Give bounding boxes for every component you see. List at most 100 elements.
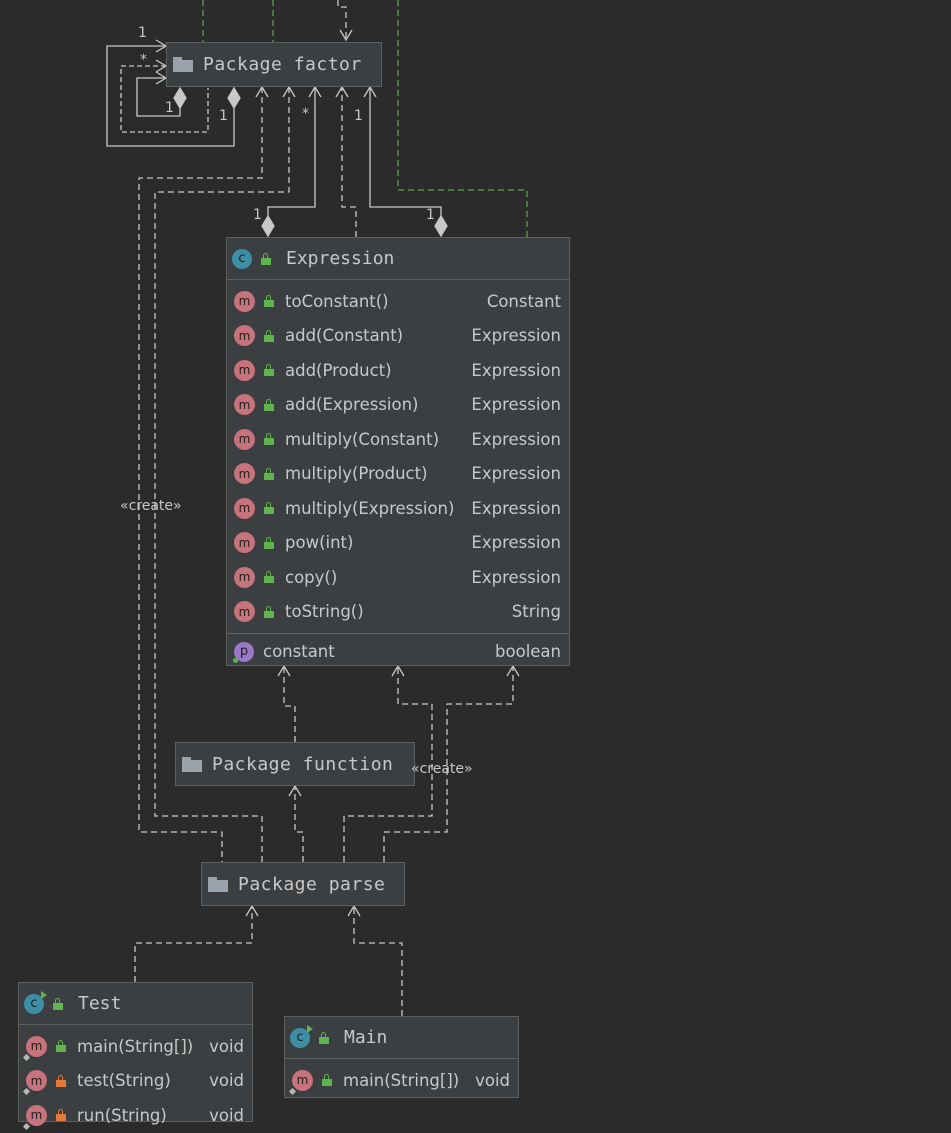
expression-class-name: Expression <box>286 248 395 269</box>
main-class-name: Main <box>344 1027 388 1048</box>
public-lock-icon <box>319 1031 329 1044</box>
public-lock-icon <box>261 252 271 265</box>
method-row[interactable]: m main(String[]) void <box>19 1029 252 1064</box>
method-row[interactable]: m run(String) void <box>19 1098 252 1133</box>
public-lock-icon <box>264 329 274 342</box>
method-signature: copy() <box>285 567 338 587</box>
method-return-type: String <box>511 602 561 622</box>
field-type: boolean <box>495 642 561 661</box>
package-factor-label: Package factor <box>203 54 362 75</box>
method-row[interactable]: m toConstant() Constant <box>227 284 569 319</box>
public-lock-icon <box>264 295 274 308</box>
method-signature: run(String) <box>77 1105 167 1125</box>
method-row[interactable]: m add(Constant) Expression <box>227 319 569 354</box>
method-icon: m <box>288 1069 313 1095</box>
field-row[interactable]: p constant boolean <box>227 633 569 669</box>
method-row[interactable]: m add(Product) Expression <box>227 353 569 388</box>
method-return-type: Expression <box>471 395 561 415</box>
method-icon: m <box>234 601 255 623</box>
package-parse-node[interactable]: Package parse <box>201 862 405 906</box>
package-function-node[interactable]: Package function <box>175 742 415 786</box>
method-icon: m <box>234 463 255 485</box>
public-lock-icon <box>56 1040 66 1053</box>
test-class-node[interactable]: c Test m main(String[]) void m test(String) v… <box>18 982 253 1130</box>
expression-methods: m toConstant() Constant m add(Constant) Expre… <box>227 280 569 633</box>
public-lock-icon <box>264 605 274 618</box>
method-signature: toString() <box>285 602 364 622</box>
main-methods: m main(String[]) void <box>285 1059 518 1098</box>
mult-self-top: 1 <box>138 25 147 41</box>
method-row[interactable]: m toString() String <box>227 595 569 630</box>
method-signature: toConstant() <box>285 291 389 311</box>
method-signature: multiply(Constant) <box>285 429 440 449</box>
mult-self-inner: 1 <box>165 100 174 116</box>
method-return-type: Expression <box>471 429 561 449</box>
mult-expr-right: 1 <box>426 207 435 223</box>
create-label-right: «create» <box>411 761 473 777</box>
method-return-type: void <box>209 1071 244 1091</box>
public-lock-icon <box>264 364 274 377</box>
method-icon: m <box>22 1035 47 1061</box>
method-return-type: Expression <box>471 533 561 553</box>
public-lock-icon <box>53 997 63 1010</box>
method-signature: main(String[]) <box>343 1070 460 1090</box>
method-row[interactable]: m test(String) void <box>19 1064 252 1099</box>
mult-expr-left: 1 <box>253 207 262 223</box>
method-row[interactable]: m add(Expression) Expression <box>227 388 569 423</box>
mult-factor-star: * <box>302 106 309 122</box>
expression-fields: p constant boolean <box>227 633 569 669</box>
method-return-type: void <box>475 1070 510 1090</box>
test-methods: m main(String[]) void m test(String) void m run… <box>19 1025 252 1133</box>
method-signature: add(Expression) <box>285 395 419 415</box>
public-lock-icon <box>264 467 274 480</box>
method-return-type: void <box>209 1105 244 1125</box>
test-class-name: Test <box>78 993 122 1014</box>
expression-class-node[interactable]: c Expression m toConstant() Constant m add(C… <box>226 237 570 666</box>
method-return-type: void <box>209 1036 244 1056</box>
method-return-type: Expression <box>471 464 561 484</box>
method-return-type: Expression <box>471 360 561 380</box>
public-lock-icon <box>264 398 274 411</box>
method-icon: m <box>234 394 255 416</box>
method-return-type: Constant <box>486 291 561 311</box>
method-return-type: Expression <box>471 326 561 346</box>
runnable-class-icon: c <box>290 1024 313 1048</box>
create-label-left: «create» <box>120 498 182 514</box>
class-icon: c <box>232 248 252 269</box>
method-row[interactable]: m main(String[]) void <box>285 1063 518 1098</box>
method-row[interactable]: m copy() Expression <box>227 560 569 595</box>
mult-factor-one: 1 <box>354 108 363 124</box>
private-lock-icon <box>56 1074 66 1087</box>
public-lock-icon <box>264 433 274 446</box>
method-icon: m <box>22 1104 47 1130</box>
main-class-node[interactable]: c Main m main(String[]) void <box>284 1016 519 1098</box>
method-return-type: Expression <box>471 567 561 587</box>
method-icon: m <box>234 428 255 450</box>
method-signature: multiply(Expression) <box>285 498 455 518</box>
folder-icon <box>208 876 228 892</box>
package-function-label: Package function <box>212 753 394 775</box>
mult-self-outer: 1 <box>219 108 228 124</box>
method-signature: main(String[]) <box>77 1036 194 1056</box>
method-row[interactable]: m multiply(Constant) Expression <box>227 422 569 457</box>
package-parse-label: Package parse <box>238 873 386 895</box>
method-row[interactable]: m multiply(Product) Expression <box>227 457 569 492</box>
mult-self-star: * <box>140 52 147 68</box>
public-lock-icon <box>264 536 274 549</box>
folder-icon <box>182 756 202 772</box>
method-row[interactable]: m pow(int) Expression <box>227 526 569 561</box>
method-icon: m <box>22 1070 47 1096</box>
private-lock-icon <box>56 1109 66 1122</box>
method-signature: add(Product) <box>285 360 392 380</box>
method-signature: pow(int) <box>285 533 354 553</box>
method-signature: multiply(Product) <box>285 464 428 484</box>
public-lock-icon <box>264 571 274 584</box>
method-icon: m <box>234 532 255 554</box>
method-icon: m <box>234 359 255 381</box>
package-factor-node[interactable]: Package factor <box>166 42 382 87</box>
method-icon: m <box>234 290 255 312</box>
public-lock-icon <box>322 1074 332 1087</box>
method-icon: m <box>234 325 255 347</box>
method-signature: add(Constant) <box>285 326 404 346</box>
method-row[interactable]: m multiply(Expression) Expression <box>227 491 569 526</box>
